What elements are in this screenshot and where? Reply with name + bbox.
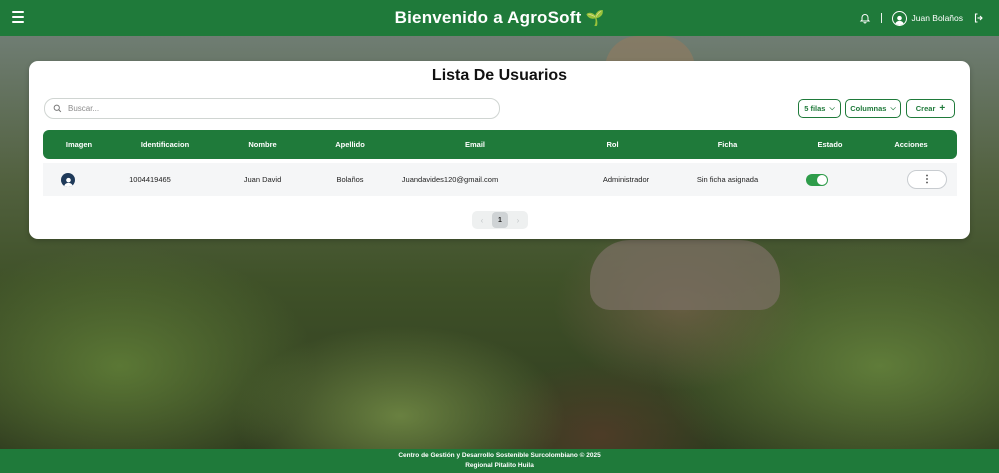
pagination: ‹ 1 › [472, 211, 528, 229]
chevron-down-icon: ⌵ [829, 104, 835, 112]
cell-ficha: Sin ficha asignada [696, 175, 759, 184]
toggle-knob [816, 174, 827, 185]
pagination-prev-button[interactable]: ‹ [475, 216, 489, 225]
row-actions-button[interactable]: ⋮ [907, 170, 947, 189]
col-header-apellido[interactable]: Apellido [310, 130, 390, 159]
pagination-page-1[interactable]: 1 [492, 212, 508, 228]
col-header-email[interactable]: Email [390, 130, 560, 159]
user-name: Juan Bolaños [911, 13, 963, 23]
col-header-rol[interactable]: Rol [560, 130, 665, 159]
hamburger-icon[interactable] [12, 11, 24, 25]
col-header-identificacion[interactable]: Identificacion [115, 130, 215, 159]
cell-identificacion: 1004419465 [129, 175, 171, 184]
page-footer: Centro de Gestión y Desarrollo Sostenibl… [0, 449, 999, 473]
user-circle-icon [892, 10, 908, 26]
cell-acciones: ⋮ [870, 163, 984, 196]
chevron-down-icon: ⌵ [890, 104, 896, 112]
columns-button[interactable]: Columnas ⌵ [845, 99, 901, 118]
cell-nombre: Juan David [243, 175, 282, 184]
cell-imagen [43, 163, 93, 196]
avatar [61, 172, 75, 187]
footer-line-2: Regional Pitalito Huila [465, 462, 534, 469]
rows-per-page-select[interactable]: 5 filas ⌵ [798, 99, 841, 118]
search-input[interactable] [68, 104, 488, 113]
logout-icon[interactable] [973, 12, 985, 24]
users-card: Lista De Usuarios 5 filas ⌵ Columnas ⌵ C… [29, 61, 970, 239]
table-header: Imagen Identificacion Nombre Apellido Em… [43, 130, 957, 159]
col-header-acciones[interactable]: Acciones [870, 130, 952, 159]
rows-per-page-label: 5 filas [804, 104, 826, 113]
create-button[interactable]: Crear + [906, 99, 955, 118]
user-menu[interactable]: Juan Bolaños [892, 10, 963, 26]
col-header-imagen[interactable]: Imagen [43, 130, 115, 159]
status-toggle[interactable] [805, 173, 828, 186]
search-icon [53, 104, 62, 113]
cell-apellido: Bolaños [336, 175, 364, 184]
app-title-text: Bienvenido a AgroSoft [394, 8, 582, 27]
top-navbar: Bienvenido a AgroSoft 🌱 Juan Bolaños [0, 0, 999, 36]
cell-estado [790, 163, 843, 196]
col-header-estado[interactable]: Estado [790, 130, 870, 159]
bell-icon[interactable] [859, 12, 871, 24]
col-header-nombre[interactable]: Nombre [215, 130, 310, 159]
search-box [44, 98, 500, 119]
columns-button-label: Columnas [850, 104, 887, 113]
page-title: Lista De Usuarios [431, 67, 568, 84]
table-row: 1004419465 Juan David Bolaños Juandavide… [43, 163, 957, 196]
sprout-icon: 🌱 [585, 10, 605, 27]
background-person-shape [590, 240, 780, 310]
col-header-ficha[interactable]: Ficha [665, 130, 790, 159]
pagination-next-button[interactable]: › [511, 216, 525, 225]
footer-line-1: Centro de Gestión y Desarrollo Sostenibl… [398, 452, 601, 459]
app-title: Bienvenido a AgroSoft 🌱 [0, 8, 999, 28]
header-divider [881, 13, 883, 23]
cell-email: Juandavides120@gmail.com [401, 175, 499, 184]
header-actions: Juan Bolaños [859, 0, 985, 36]
plus-icon: + [939, 103, 946, 114]
create-button-label: Crear [915, 104, 936, 113]
